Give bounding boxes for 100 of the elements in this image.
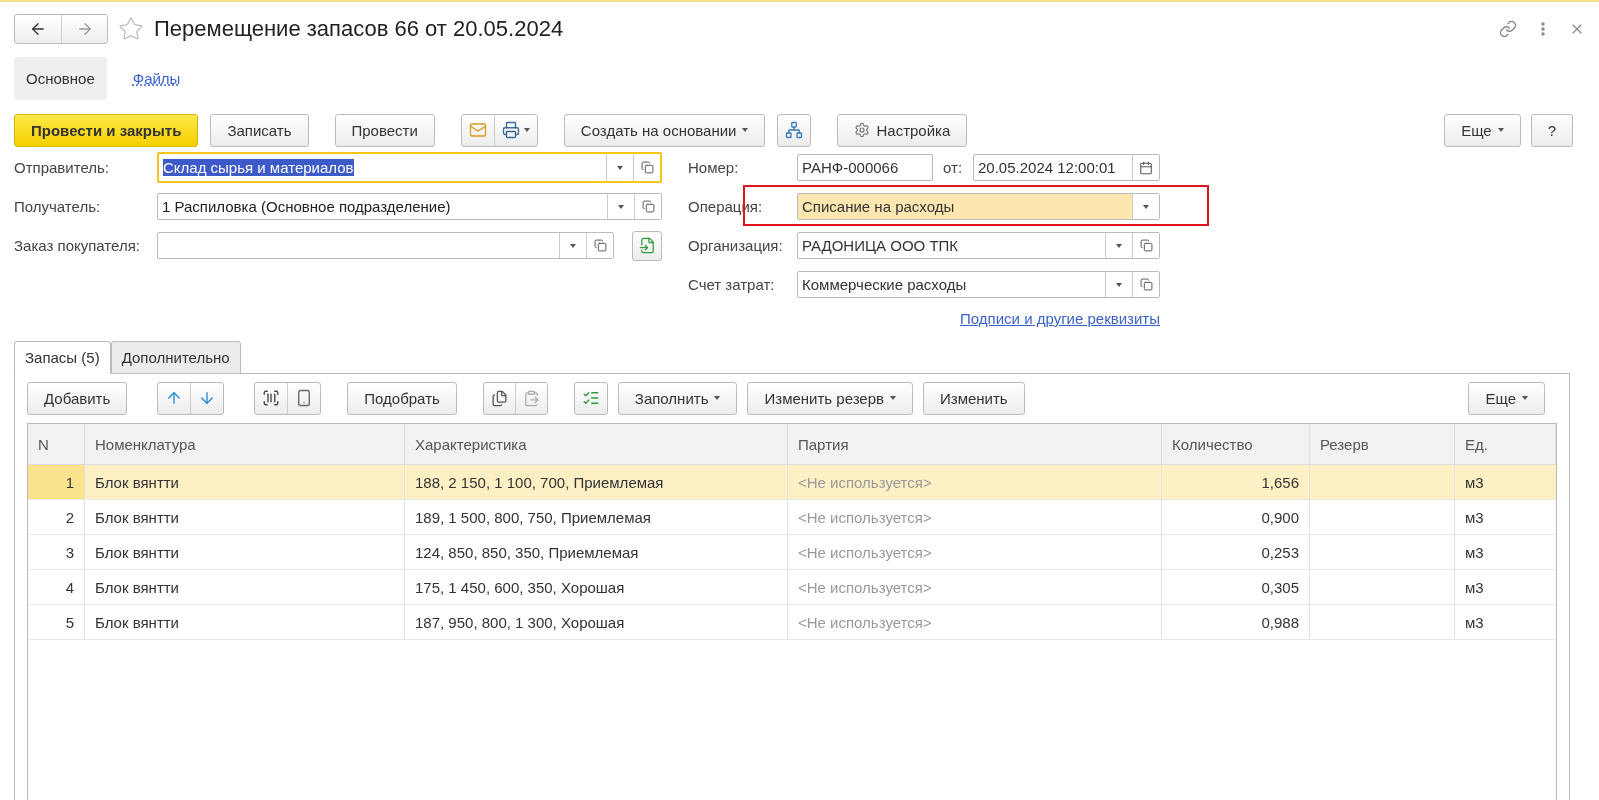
field-label: Заказ покупателя:	[14, 237, 141, 254]
paste-icon	[522, 389, 540, 407]
open-button[interactable]	[1132, 233, 1159, 258]
caret-icon	[1522, 396, 1528, 400]
dropdown-button[interactable]	[1132, 194, 1159, 219]
field-value: 20.05.2024 12:00:01	[977, 159, 1117, 176]
table-cell: <Не используется>	[788, 605, 1162, 640]
table-cell: м3	[1455, 465, 1556, 500]
star-icon[interactable]	[118, 16, 144, 42]
caret-icon	[1143, 204, 1149, 209]
change-button[interactable]: Изменить	[923, 381, 1025, 415]
more-button[interactable]: Еще	[1468, 381, 1545, 415]
input-field[interactable]: РАНФ-000066	[797, 154, 933, 181]
calendar-button[interactable]	[1132, 155, 1159, 180]
pick-button[interactable]: Подобрать	[347, 381, 457, 415]
open-button[interactable]	[586, 233, 614, 258]
table-cell: 0,305	[1162, 570, 1310, 605]
create-based-on-button[interactable]: Создать на основании	[563, 113, 766, 147]
field-label: Счет затрат:	[688, 276, 776, 293]
post-and-close-button[interactable]: Провести и закрыть	[14, 113, 199, 147]
settings-button[interactable]: Настройка	[837, 113, 968, 147]
table-cell: <Не используется>	[788, 500, 1162, 535]
caret-icon	[570, 243, 577, 248]
table-cell: <Не используется>	[788, 570, 1162, 605]
help-button[interactable]: ?	[1530, 113, 1573, 147]
caret-icon	[742, 128, 749, 132]
signatures-link[interactable]: Подписи и другие реквизиты	[960, 310, 1160, 327]
barcode-icon	[262, 389, 281, 407]
window-icon	[1139, 239, 1153, 252]
table-cell: Блок вянтти	[85, 570, 405, 605]
fill-button[interactable]: Заполнить	[617, 381, 738, 415]
list-icon	[581, 389, 600, 407]
table-cell: Блок вянтти	[85, 535, 405, 570]
caret-icon	[714, 396, 721, 400]
window-icon	[641, 200, 655, 213]
table-cell: Блок вянтти	[85, 465, 405, 500]
table-cell: 175, 1 450, 600, 350, Хорошая	[405, 570, 788, 605]
input-field[interactable]: Коммерческие расходы	[797, 271, 1160, 298]
field-value: РАДОНИЦА ООО ТПК	[801, 237, 960, 254]
field-label: Организация:	[688, 237, 784, 254]
caret-icon	[1116, 282, 1122, 287]
caret-icon	[618, 204, 624, 209]
open-button[interactable]	[634, 194, 661, 219]
fill-from-button[interactable]	[632, 230, 662, 261]
settings-icon	[854, 122, 871, 138]
post-button[interactable]: Провести	[334, 113, 435, 147]
field-value: РАНФ-000066	[801, 159, 900, 176]
field-label: от:	[943, 159, 964, 176]
open-button[interactable]	[1132, 272, 1159, 297]
table-cell: 189, 1 500, 800, 750, Приемлемая	[405, 500, 788, 535]
field-value: 1 Распиловка (Основное подразделение)	[162, 198, 451, 215]
field-label: Получатель:	[14, 198, 102, 215]
calendar-icon	[1139, 160, 1153, 175]
table-cell: 0,900	[1162, 500, 1310, 535]
column-header[interactable]: Партия	[788, 424, 1162, 465]
column-header[interactable]: N	[28, 424, 85, 465]
field-label: Отправитель:	[14, 159, 110, 176]
table-cell: 5	[28, 605, 85, 640]
field-value: Склад сырья и материалов	[163, 159, 354, 176]
column-header[interactable]: Количество	[1162, 424, 1310, 465]
copy-icon	[490, 389, 508, 407]
window-icon	[1139, 278, 1153, 291]
change-reserve-button[interactable]: Изменить резерв	[747, 381, 913, 415]
nav-tab[interactable]: Файлы	[120, 56, 193, 100]
tab[interactable]: Запасы (5)	[14, 341, 111, 374]
input-field[interactable]: РАДОНИЦА ООО ТПК	[797, 232, 1160, 259]
table-cell: 187, 950, 800, 1 300, Хорошая	[405, 605, 788, 640]
table-cell: 0,253	[1162, 535, 1310, 570]
field-value: Коммерческие расходы	[801, 276, 968, 293]
caret-icon	[890, 396, 896, 400]
column-header[interactable]: Характеристика	[405, 424, 788, 465]
save-button[interactable]: Записать	[210, 113, 309, 147]
tab[interactable]: Дополнительно	[110, 341, 241, 374]
column-header[interactable]: Ед.	[1455, 424, 1556, 465]
table-cell: <Не используется>	[788, 535, 1162, 570]
date-field[interactable]: 20.05.2024 12:00:01	[973, 154, 1160, 181]
table-cell: 3	[28, 535, 85, 570]
input-field[interactable]: Склад сырья и материалов	[157, 152, 662, 183]
caret-icon	[1116, 243, 1122, 248]
table-cell: 1	[28, 465, 85, 500]
table-cell: 1,656	[1162, 465, 1310, 500]
table-cell: 124, 850, 850, 350, Приемлемая	[405, 535, 788, 570]
add-button[interactable]: Добавить	[27, 381, 128, 415]
input-field[interactable]: Списание на расходы	[797, 193, 1160, 220]
table-cell: Блок вянтти	[85, 500, 405, 535]
table-cell: 4	[28, 570, 85, 605]
input-field[interactable]	[157, 232, 615, 259]
more-button[interactable]: Еще	[1444, 113, 1521, 147]
caret-icon	[617, 165, 623, 170]
column-header[interactable]: Резерв	[1310, 424, 1455, 465]
table-cell: <Не используется>	[788, 465, 1162, 500]
table-cell: 0,988	[1162, 605, 1310, 640]
input-field[interactable]: 1 Распиловка (Основное подразделение)	[157, 193, 662, 220]
envelope-icon	[468, 121, 487, 139]
field-value: Списание на расходы	[801, 198, 956, 215]
table-cell: Блок вянтти	[85, 605, 405, 640]
more-menu-icon[interactable]	[1541, 22, 1545, 36]
column-header[interactable]: Номенклатура	[85, 424, 405, 465]
structure-icon	[785, 121, 804, 139]
nav-tab[interactable]: Основное	[14, 56, 107, 100]
